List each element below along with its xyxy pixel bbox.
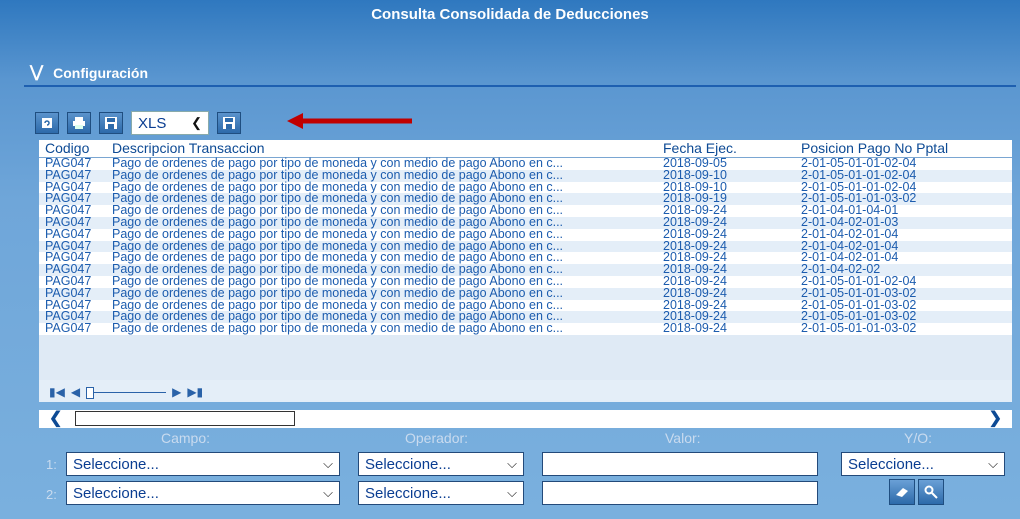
campo-select-1[interactable]: Seleccione... ⌵ [66,452,340,476]
cell-descripcion: Pago de ordenes de pago por tipo de mone… [112,321,564,336]
clear-filters-button[interactable] [889,479,915,505]
page-title: Consulta Consolidada de Deducciones [371,6,649,23]
operador-select-1[interactable]: Seleccione... ⌵ [358,452,524,476]
filter-label-operador: Operador: [405,430,469,446]
pager: ▮◀ ◀ ▶ ▶▮ [39,380,1012,402]
operador-select-value: Seleccione... [365,455,451,473]
table-row[interactable]: PAG047 Pago de ordenes de pago por tipo d… [39,321,1012,336]
operador-select-value: Seleccione... [365,484,451,502]
cell-posicion: 2-01-05-01-01-03-02 [801,321,917,336]
print-button[interactable] [67,112,91,134]
print-icon [73,117,85,129]
page-slider-thumb[interactable] [86,386,95,399]
column-header-posicion[interactable]: Posicion Pago No Pptal [801,140,948,157]
filter-label-valor: Valor: [665,430,701,446]
valor-input-2[interactable] [542,481,818,505]
column-header-fecha[interactable]: Fecha Ejec. [663,140,737,157]
grid-rows: PAG047 Pago de ordenes de pago por tipo d… [39,157,1012,336]
search-button[interactable] [918,479,944,505]
horizontal-scrollbar[interactable]: ❮ ❯ [39,410,1012,428]
page-slider[interactable] [86,386,167,399]
chevron-double-down-icon: ⋁ [30,64,44,81]
eraser-icon [896,488,908,497]
valor-input-1[interactable] [542,452,818,476]
data-grid: Codigo Descripcion Transaccion Fecha Eje… [39,140,1012,402]
chevron-down-icon: ❮ [191,115,202,130]
save-icon [105,117,117,129]
filter-row-number: 1: [46,457,57,472]
campo-select-value: Seleccione... [73,484,159,502]
red-arrow-annotation [287,113,412,129]
refresh-button[interactable] [35,112,59,134]
yo-select-value: Seleccione... [848,455,934,473]
filter-label-campo: Campo: [161,430,211,446]
scrollbar-thumb[interactable] [75,411,295,426]
chevron-down-icon: ⌵ [988,456,998,471]
prev-page-icon[interactable]: ◀ [71,385,80,399]
configuracion-label: Configuración [53,65,149,81]
format-select-value: XLS [138,114,167,132]
operador-select-2[interactable]: Seleccione... ⌵ [358,481,524,505]
cell-fecha: 2018-09-24 [663,321,727,336]
export-button[interactable] [217,112,241,134]
first-page-icon[interactable]: ▮◀ [49,385,65,399]
scroll-left-icon[interactable]: ❮ [49,410,62,428]
last-page-icon[interactable]: ▶▮ [187,385,203,399]
chevron-down-icon: ⌵ [323,456,333,471]
export-icon [223,117,235,129]
yo-select-1[interactable]: Seleccione... ⌵ [841,452,1005,476]
save-button[interactable] [99,112,123,134]
chevron-down-icon: ⌵ [323,485,333,500]
cell-codigo: PAG047 [45,321,92,336]
configuracion-toggle[interactable]: ⋁ Configuración [30,60,148,86]
chevron-down-icon: ⌵ [507,456,517,471]
format-select[interactable]: XLS ❮ [131,111,209,135]
filter-label-yo: Y/O: [904,430,933,446]
scroll-right-icon[interactable]: ❯ [989,410,1002,428]
section-divider [24,85,1016,87]
filter-row-number: 2: [46,487,57,502]
column-header-descripcion[interactable]: Descripcion Transaccion [112,140,265,157]
next-page-icon[interactable]: ▶ [172,385,181,399]
campo-select-2[interactable]: Seleccione... ⌵ [66,481,340,505]
column-header-codigo[interactable]: Codigo [45,140,89,157]
campo-select-value: Seleccione... [73,455,159,473]
search-icon [924,485,938,499]
refresh-icon [42,118,52,128]
toolbar: XLS ❮ [35,111,241,135]
chevron-down-icon: ⌵ [507,485,517,500]
